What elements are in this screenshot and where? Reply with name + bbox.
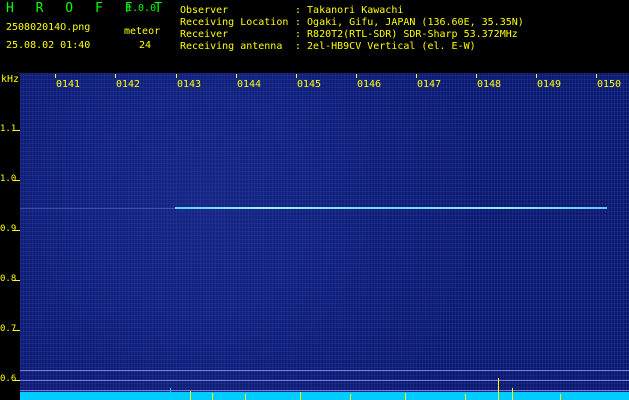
observer-value: : Takanori Kawachi [295, 5, 404, 16]
x-tick [416, 74, 417, 78]
date-time: 25.08.02 01:40 [6, 40, 91, 51]
x-tick-label: 0150 [597, 79, 622, 90]
x-tick-label: 0145 [297, 79, 322, 90]
level-spike [465, 394, 466, 400]
y-tick [13, 380, 20, 381]
y-tick-label: 1.0 [0, 174, 17, 184]
x-tick-label: 0146 [357, 79, 382, 90]
location-label: Receiving Location [180, 17, 289, 28]
level-spike [498, 378, 499, 400]
y-tick-label: 0.7 [0, 324, 17, 334]
reference-line [20, 390, 629, 391]
meteor-count: 24 [139, 40, 152, 51]
location-value: : Ogaki, Gifu, JAPAN (136.60E, 35.35N) [295, 17, 524, 28]
reference-line [20, 370, 629, 371]
x-tick [176, 74, 177, 78]
y-unit-label: kHz [1, 74, 20, 85]
x-tick [536, 74, 537, 78]
x-tick [115, 74, 116, 78]
x-tick-label: 0143 [177, 79, 202, 90]
y-tick [13, 230, 20, 231]
faint-echo-trace [20, 208, 175, 209]
signal-level-band [20, 392, 629, 400]
header-panel: H R O F F T 1.0.0 250802014O.png 25.08.0… [0, 0, 629, 73]
x-tick [356, 74, 357, 78]
level-spike [190, 391, 191, 400]
y-tick [13, 180, 20, 181]
meteor-echo-trace [175, 207, 607, 209]
antenna-label: Receiving antenna [180, 41, 283, 52]
level-spike [512, 388, 513, 400]
y-axis [0, 73, 20, 400]
x-tick-label: 0142 [116, 79, 141, 90]
reference-line [20, 380, 629, 381]
y-tick [13, 130, 20, 131]
level-spike [245, 394, 246, 400]
y-tick [13, 280, 20, 281]
x-tick-label: 0144 [237, 79, 262, 90]
level-spike [300, 392, 301, 400]
x-tick-label: 0141 [56, 79, 81, 90]
x-tick-label: 0149 [537, 79, 562, 90]
level-spike [170, 388, 171, 392]
y-tick-label: 1.1 [0, 124, 17, 134]
x-tick-label: 0147 [417, 79, 442, 90]
x-tick [236, 74, 237, 78]
x-tick [596, 74, 597, 78]
y-tick-label: 0.8 [0, 274, 17, 284]
y-tick [13, 330, 20, 331]
x-tick [55, 74, 56, 78]
app-version: 1.0.0 [126, 3, 157, 14]
level-spike [350, 394, 351, 400]
file-name: 250802014O.png [6, 22, 91, 33]
level-spike [560, 394, 561, 400]
level-spike [212, 393, 213, 400]
observer-label: Observer [180, 5, 229, 16]
y-tick-label: 0.6 [0, 374, 17, 384]
y-tick-label: 0.9 [0, 224, 17, 234]
x-tick [476, 74, 477, 78]
receiver-value: : R820T2(RTL-SDR) SDR-Sharp 53.372MHz [295, 29, 518, 40]
x-tick-label: 0148 [477, 79, 502, 90]
antenna-value: : 2el-HB9CV Vertical (el. E-W) [295, 41, 476, 52]
receiver-label: Receiver [180, 29, 229, 40]
x-tick [296, 74, 297, 78]
spectrogram-area [20, 73, 629, 400]
level-spike [405, 393, 406, 400]
meteor-label: meteor [124, 26, 161, 37]
